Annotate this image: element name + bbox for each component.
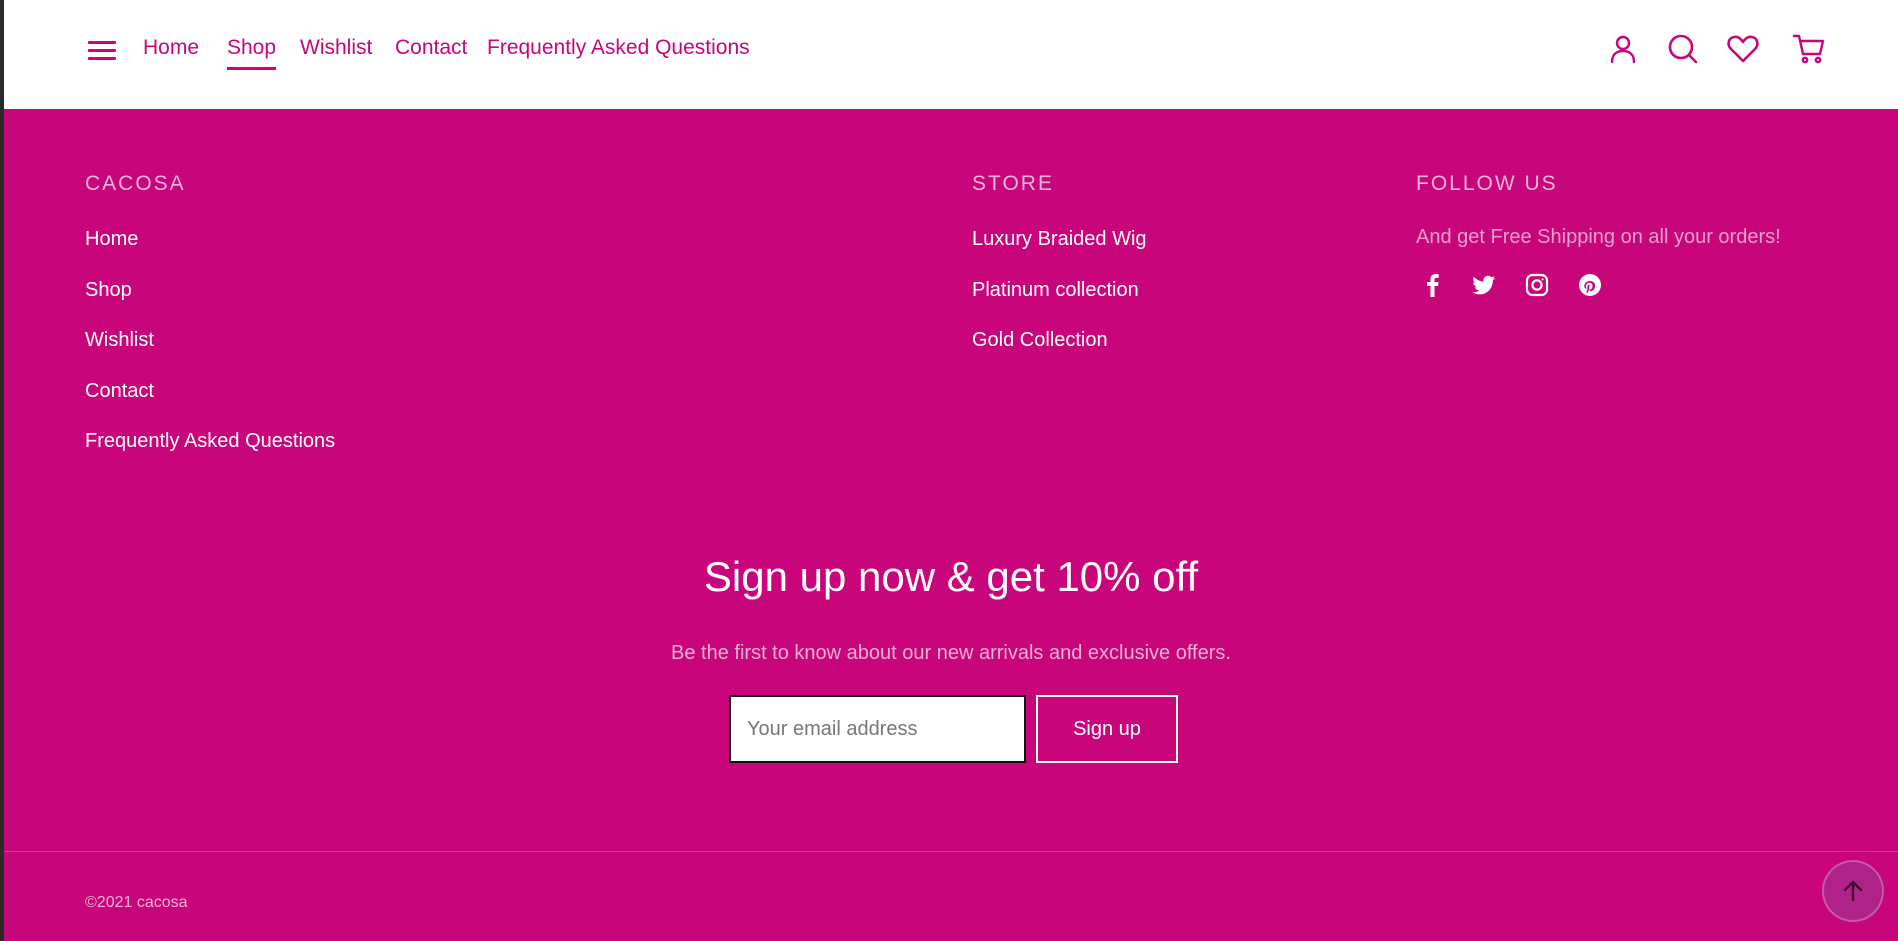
search-icon[interactable] [1666,32,1700,66]
footer-link-home[interactable]: Home [85,228,138,251]
instagram-icon[interactable] [1524,272,1550,298]
newsletter-title: Sign up now & get 10% off [703,553,1199,600]
user-icon[interactable] [1606,32,1640,66]
menu-icon[interactable] [88,38,116,62]
nav-home[interactable]: Home [143,36,199,60]
email-field[interactable] [729,695,1026,763]
store-column-title: STORE [972,172,1054,195]
twitter-icon[interactable] [1471,272,1497,298]
nav-faq[interactable]: Frequently Asked Questions [487,36,750,60]
footer-link-platinum-collection[interactable]: Platinum collection [972,279,1139,302]
brand-column-title: CACOSA [85,172,186,195]
footer-link-shop[interactable]: Shop [85,279,132,302]
footer-divider [4,851,1898,852]
arrow-up-icon [1843,880,1863,902]
site-header: Home Shop Wishlist Contact Frequently As… [4,0,1898,109]
footer-link-gold-collection[interactable]: Gold Collection [972,329,1108,352]
follow-column-title: FOLLOW US [1416,172,1558,195]
shipping-promo-text: And get Free Shipping on all your orders… [1416,226,1781,248]
newsletter-subtitle: Be the first to know about our new arriv… [671,642,1231,664]
footer-link-contact[interactable]: Contact [85,380,154,403]
nav-shop[interactable]: Shop [227,36,277,70]
copyright-text: ©2021 cacosa [85,894,188,911]
cart-icon[interactable] [1792,32,1826,66]
footer-link-faq[interactable]: Frequently Asked Questions [85,430,335,453]
back-to-top-button[interactable] [1822,860,1884,922]
footer-link-wishlist[interactable]: Wishlist [85,329,154,352]
footer-link-luxury-braided-wig[interactable]: Luxury Braided Wig [972,228,1147,251]
nav-wishlist[interactable]: Wishlist [300,36,372,60]
heart-icon[interactable] [1726,32,1760,66]
nav-contact[interactable]: Contact [395,36,467,60]
signup-button[interactable]: Sign up [1036,695,1178,763]
page: Home Shop Wishlist Contact Frequently As… [4,0,1898,941]
facebook-icon[interactable] [1420,272,1446,298]
pinterest-icon[interactable] [1577,272,1603,298]
